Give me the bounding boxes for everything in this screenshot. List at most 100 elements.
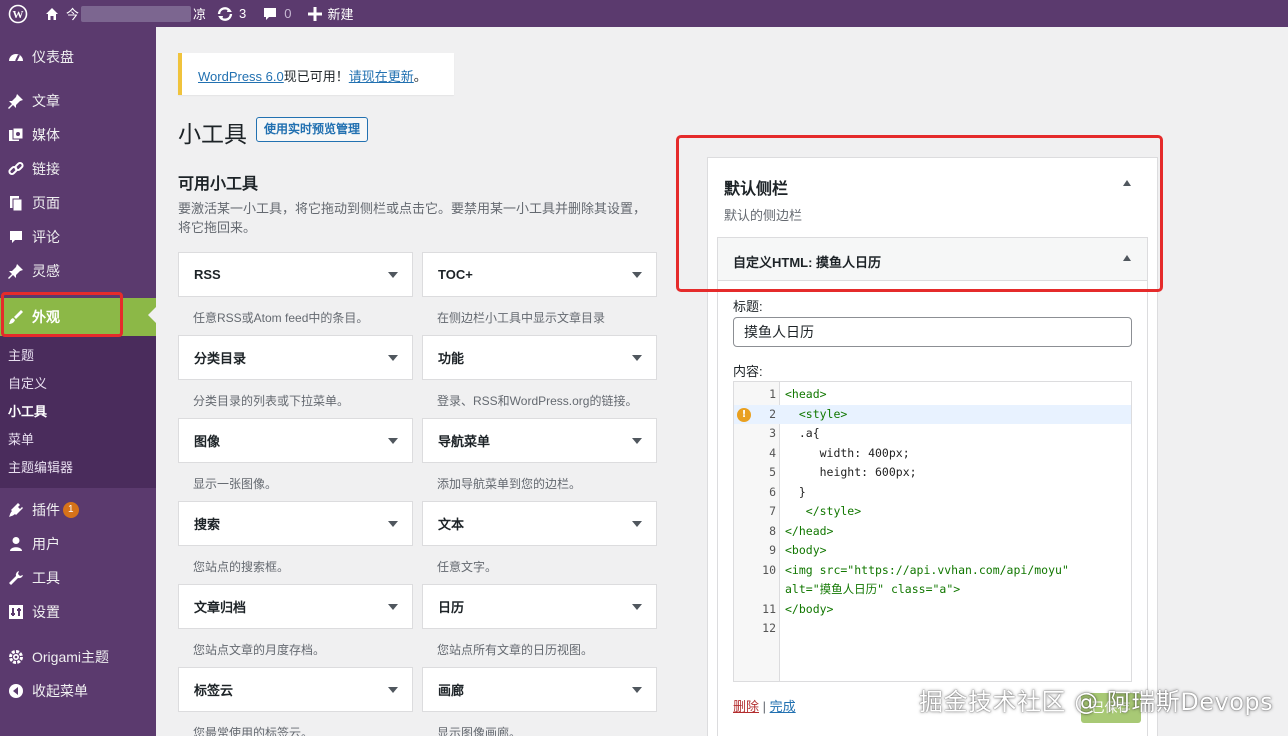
manage-with-live-preview-button[interactable]: 使用实时预览管理 xyxy=(256,117,369,142)
code-line: 1 <head> xyxy=(734,385,1131,405)
media-icon xyxy=(6,125,26,145)
widget-image[interactable]: 图像 xyxy=(178,418,413,463)
page-icon xyxy=(6,193,26,213)
menu-plugins[interactable]: 插件 1 xyxy=(0,493,156,527)
code-editor[interactable]: 1 <head> ! 2 <style> 3 .a{ 4 width: 400p… xyxy=(733,381,1132,682)
menu-tools[interactable]: 工具 xyxy=(0,561,156,595)
menu-settings[interactable]: 设置 xyxy=(0,595,156,629)
menu-pages[interactable]: 页面 xyxy=(0,186,156,220)
code-line: 8 </head> xyxy=(734,522,1131,542)
widget-name: 文本 xyxy=(438,517,465,532)
link-icon xyxy=(6,159,26,179)
widget-name: TOC+ xyxy=(438,267,473,282)
done-link[interactable]: 完成 xyxy=(770,699,796,714)
widget-search[interactable]: 搜索 xyxy=(178,501,413,546)
title-label: 标题: xyxy=(733,299,763,314)
updates-link[interactable]: 3 xyxy=(208,0,254,27)
menu-media[interactable]: 媒体 xyxy=(0,118,156,152)
code-text: } xyxy=(785,484,806,499)
submenu-themes[interactable]: 主题 xyxy=(0,342,156,370)
chevron-down-icon[interactable] xyxy=(632,686,642,693)
comments-link[interactable]: 0 xyxy=(254,0,299,27)
widget-tag-cloud[interactable]: 标签云 xyxy=(178,667,413,712)
widget-desc: 登录、RSS和WordPress.org的链接。 xyxy=(437,394,638,408)
line-number: 9 xyxy=(769,543,776,557)
widget-name: 标签云 xyxy=(194,683,234,698)
wordpress-logo-icon[interactable]: W xyxy=(0,0,36,27)
widget-gallery[interactable]: 画廊 xyxy=(422,667,657,712)
delete-link[interactable]: 删除 xyxy=(733,699,759,714)
comment-icon xyxy=(6,227,26,247)
widget-name: 画廊 xyxy=(438,683,465,698)
widget-text[interactable]: 文本 xyxy=(422,501,657,546)
submenu-customize[interactable]: 自定义 xyxy=(0,370,156,398)
widget-name: 日历 xyxy=(438,600,465,615)
menu-posts[interactable]: 文章 xyxy=(0,84,156,118)
submenu-widgets[interactable]: 小工具 xyxy=(0,398,156,426)
menu-label: 用户 xyxy=(32,536,60,552)
widget-nav-menu[interactable]: 导航菜单 xyxy=(422,418,657,463)
chevron-down-icon[interactable] xyxy=(632,437,642,444)
widget-desc: 添加导航菜单到您的边栏。 xyxy=(437,477,582,491)
code-text: height: 600px; xyxy=(785,465,917,479)
chevron-down-icon[interactable] xyxy=(388,603,398,610)
menu-users[interactable]: 用户 xyxy=(0,527,156,561)
widget-archives[interactable]: 文章归档 xyxy=(178,584,413,629)
widget-desc: 您站点文章的月度存档。 xyxy=(193,643,326,657)
chevron-down-icon[interactable] xyxy=(388,271,398,278)
plugin-update-badge: 1 xyxy=(63,502,79,518)
wordpress-version-link[interactable]: WordPress 6.0 xyxy=(198,69,284,84)
menu-inspiration[interactable]: 灵感 xyxy=(0,254,156,288)
menu-dashboard[interactable]: 仪表盘 xyxy=(0,40,156,74)
chevron-down-icon[interactable] xyxy=(632,603,642,610)
line-number: 2 xyxy=(769,406,776,421)
submenu-theme-editor[interactable]: 主题编辑器 xyxy=(0,454,156,482)
title-input[interactable]: 摸鱼人日历 xyxy=(733,317,1132,347)
widget-desc: 任意RSS或Atom feed中的条目。 xyxy=(193,311,369,325)
chevron-down-icon[interactable] xyxy=(388,520,398,527)
site-name-link[interactable]: 今 凉 xyxy=(36,0,208,27)
appearance-submenu: 主题 自定义 小工具 菜单 主题编辑器 xyxy=(0,336,156,488)
widget-categories[interactable]: 分类目录 xyxy=(178,335,413,380)
new-content-link[interactable]: 新建 xyxy=(300,0,362,27)
line-number: 6 xyxy=(769,484,776,499)
widget-name: 导航菜单 xyxy=(438,434,491,449)
menu-label: 工具 xyxy=(32,570,60,586)
submenu-menus[interactable]: 菜单 xyxy=(0,426,156,454)
line-number: 10 xyxy=(762,562,776,577)
pin-icon xyxy=(6,261,26,281)
menu-links[interactable]: 链接 xyxy=(0,152,156,186)
menu-label: 评论 xyxy=(32,229,60,245)
widget-meta[interactable]: 功能 xyxy=(422,335,657,380)
menu-comments[interactable]: 评论 xyxy=(0,220,156,254)
widget-calendar[interactable]: 日历 xyxy=(422,584,657,629)
main-content: WordPress 6.0现已可用！请现在更新。 小工具 使用实时预览管理 可用… xyxy=(156,27,1288,736)
home-icon xyxy=(46,7,58,20)
widget-toc[interactable]: TOC+ xyxy=(422,252,657,297)
code-text: width: 400px; xyxy=(785,445,910,460)
widget-rss[interactable]: RSS xyxy=(178,252,413,297)
wrench-icon xyxy=(6,568,26,588)
chevron-down-icon[interactable] xyxy=(632,271,642,278)
collapse-icon xyxy=(6,681,26,701)
code-text: </style> xyxy=(785,504,862,518)
widget-name: 分类目录 xyxy=(194,351,247,366)
widget-name: RSS xyxy=(194,267,221,282)
code-text: <head> xyxy=(785,387,827,401)
line-number: 8 xyxy=(769,523,776,538)
action-separator: | xyxy=(762,699,767,714)
menu-collapse[interactable]: 收起菜单 xyxy=(0,674,156,708)
chevron-down-icon[interactable] xyxy=(632,354,642,361)
line-number: 11 xyxy=(762,601,776,616)
available-widgets-title: 可用小工具 xyxy=(178,176,259,193)
chevron-down-icon[interactable] xyxy=(388,686,398,693)
widget-desc: 任意文字。 xyxy=(437,560,498,574)
plus-icon xyxy=(307,6,322,21)
chevron-down-icon[interactable] xyxy=(388,354,398,361)
chevron-down-icon[interactable] xyxy=(632,520,642,527)
menu-origami-theme[interactable]: Origami主题 xyxy=(0,640,156,674)
code-line: alt="摸鱼人日历" class="a"> xyxy=(734,580,1131,600)
chevron-down-icon[interactable] xyxy=(388,437,398,444)
update-now-link[interactable]: 请现在更新 xyxy=(349,69,414,84)
menu-label: 设置 xyxy=(32,604,60,620)
